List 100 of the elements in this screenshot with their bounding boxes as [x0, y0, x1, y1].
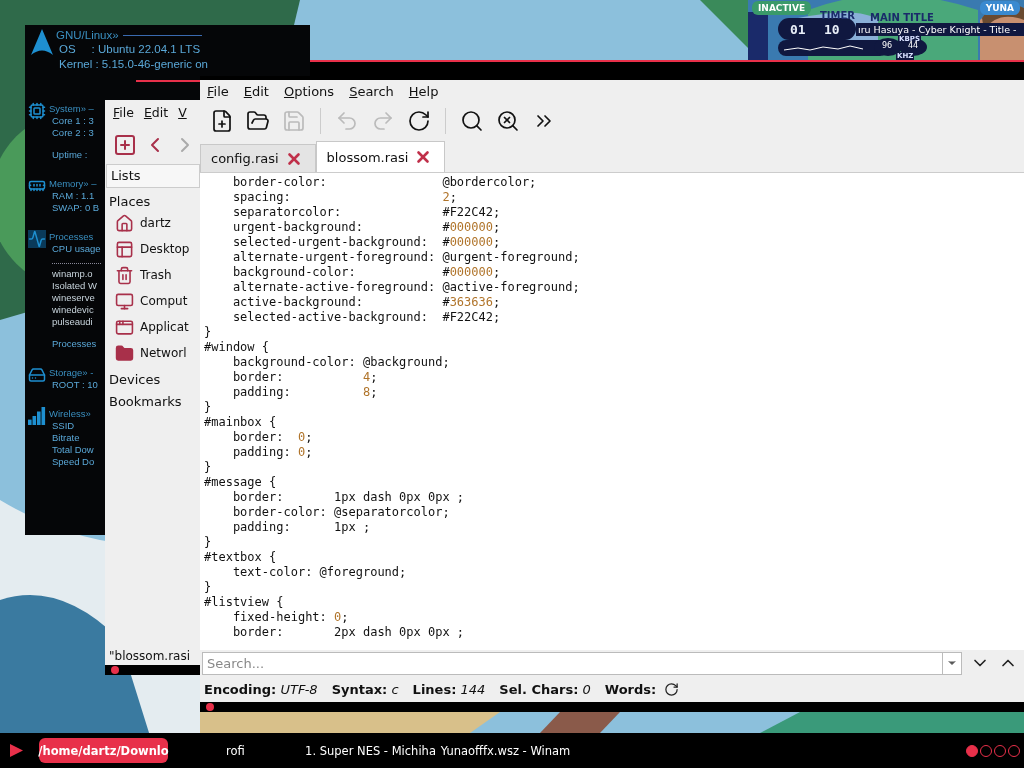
indicator-dot — [111, 666, 119, 674]
file-tab[interactable]: blossom.rasi — [315, 141, 446, 172]
code-line: #textbox { — [204, 550, 277, 565]
refresh-icon[interactable] — [664, 681, 680, 697]
place-label: Networl — [140, 346, 187, 360]
section-footer: Uptime : — [49, 149, 88, 161]
section-title: Wireless» — [49, 407, 91, 420]
section-title: Storage» - — [49, 366, 94, 379]
code-line: padding: 0; — [231, 445, 313, 460]
play-icon[interactable] — [10, 744, 23, 757]
code-line: #window { — [204, 340, 270, 355]
info-line: RAM : 1.1 — [51, 190, 95, 202]
process-name: winamp.o — [51, 268, 93, 280]
status-field: Lines: 144 — [412, 681, 486, 697]
code-line: padding: 1px ; — [231, 520, 371, 535]
menu-item[interactable]: Edit — [243, 83, 269, 99]
sidebar-heading[interactable]: Places — [105, 188, 200, 210]
indicator-dot — [206, 703, 214, 711]
status-field: Sel. Chars: 0 — [499, 681, 591, 697]
info-line: Core 2 : 3 — [51, 127, 94, 139]
section-title: System» – — [49, 102, 94, 115]
place-label: Desktop — [140, 242, 190, 256]
code-line: active-background: #363636; — [231, 295, 501, 310]
code-line: #listview { — [204, 595, 284, 610]
menu-item[interactable]: File — [207, 83, 229, 99]
title-label: MAIN TITLE — [870, 12, 934, 23]
file-tab[interactable]: config.rasi — [200, 144, 316, 172]
sidebar-heading[interactable]: Bookmarks — [105, 388, 200, 410]
code-line: background-color: @background; — [231, 355, 450, 370]
sidebar-item[interactable]: Desktop — [105, 236, 200, 262]
code-line: separatorcolor: #F22C42; — [231, 205, 501, 220]
process-name: wineserve — [51, 292, 95, 304]
desktop-icon — [115, 239, 134, 259]
menu-item[interactable]: Options — [283, 83, 335, 99]
menu-item[interactable]: Search — [349, 83, 394, 99]
sidebar-heading[interactable]: Devices — [105, 366, 200, 388]
sidebar-item[interactable]: dartz — [105, 210, 200, 236]
info-line: Kernel : 5.15.0-46-generic on — [58, 57, 208, 72]
info-line: OS : Ubuntu 22.04.1 LTS — [58, 42, 201, 57]
place-label: Applicat — [140, 320, 189, 334]
info-line: Total Dow — [51, 444, 94, 456]
info-line: SSID — [51, 420, 75, 432]
samplerate-value: 44 — [908, 41, 919, 50]
activity-icon — [28, 230, 46, 248]
code-line: border-color: @separatorcolor; — [231, 505, 450, 520]
info-line: Core 1 : 3 — [51, 115, 94, 127]
new-file-icon[interactable] — [210, 109, 234, 133]
workspace-indicator[interactable] — [966, 744, 978, 757]
status-field: Encoding: UTF-8 — [204, 681, 318, 697]
sidebar-item[interactable]: Applicat — [105, 314, 200, 340]
folder-icon — [115, 343, 134, 363]
trash-icon — [115, 265, 134, 285]
song-title: ıru Hasuya - Cyber Knight - Title - — [856, 23, 1024, 36]
sidebar-item[interactable]: Networl — [105, 340, 200, 366]
sidebar-item[interactable]: Comput — [105, 288, 200, 314]
menu-item[interactable]: V — [178, 105, 187, 126]
applications-icon — [115, 317, 134, 337]
sidebar-item[interactable]: Trash — [105, 262, 200, 288]
search-icon[interactable] — [460, 109, 484, 133]
info-line: SWAP: 0 B — [51, 202, 100, 214]
section-title: Processes — [49, 230, 94, 243]
info-line: Bitrate — [51, 432, 80, 444]
info-line: CPU usage — [51, 243, 101, 255]
process-name: winedevic — [51, 304, 94, 316]
place-label: Trash — [140, 268, 172, 282]
code-line: } — [204, 535, 212, 550]
info-line: ROOT : 10 — [51, 379, 98, 391]
home-icon — [115, 213, 134, 233]
code-editor[interactable] — [200, 173, 1024, 650]
code-line: selected-urgent-background: #000000; — [231, 235, 501, 250]
code-line: fixed-height: 0; — [231, 610, 349, 625]
menu-item[interactable]: File — [113, 105, 134, 126]
code-line: spacing: 2; — [231, 190, 457, 205]
code-line: } — [204, 400, 212, 415]
code-line: padding: 8; — [231, 385, 378, 400]
status-badge: INACTIVE — [752, 1, 812, 15]
taskbar-item[interactable]: 1. Super NES - Michiha — [303, 738, 438, 763]
find-replace-icon[interactable] — [496, 109, 520, 133]
code-line: text-color: @foreground; — [231, 565, 407, 580]
menu-item[interactable]: Edit — [143, 105, 169, 126]
view-selector[interactable]: Lists — [106, 164, 200, 188]
monitor-icon — [115, 291, 134, 311]
code-line: } — [204, 325, 212, 340]
section-title: GNU/Linux» — [56, 29, 119, 42]
open-folder-icon[interactable] — [246, 109, 270, 133]
drive-icon — [28, 366, 46, 384]
code-line: border: 0; — [231, 430, 313, 445]
timer-minutes: 01 — [790, 22, 806, 37]
info-line: Speed Do — [51, 456, 95, 468]
menu-item[interactable]: Help — [408, 83, 439, 99]
search-field[interactable]: Search... — [202, 651, 942, 675]
code-line: #mainbox { — [204, 415, 277, 430]
new-tab-icon[interactable] — [113, 133, 137, 157]
taskbar-item[interactable]: rofi — [168, 738, 303, 763]
code-line: } — [204, 460, 212, 475]
code-line: #message { — [204, 475, 277, 490]
place-label: dartz — [140, 216, 171, 230]
taskbar-item[interactable]: Yunaofffx.wsz - Winam — [438, 738, 573, 763]
reload-icon[interactable] — [407, 109, 431, 133]
section-title: Memory» – — [49, 177, 97, 190]
